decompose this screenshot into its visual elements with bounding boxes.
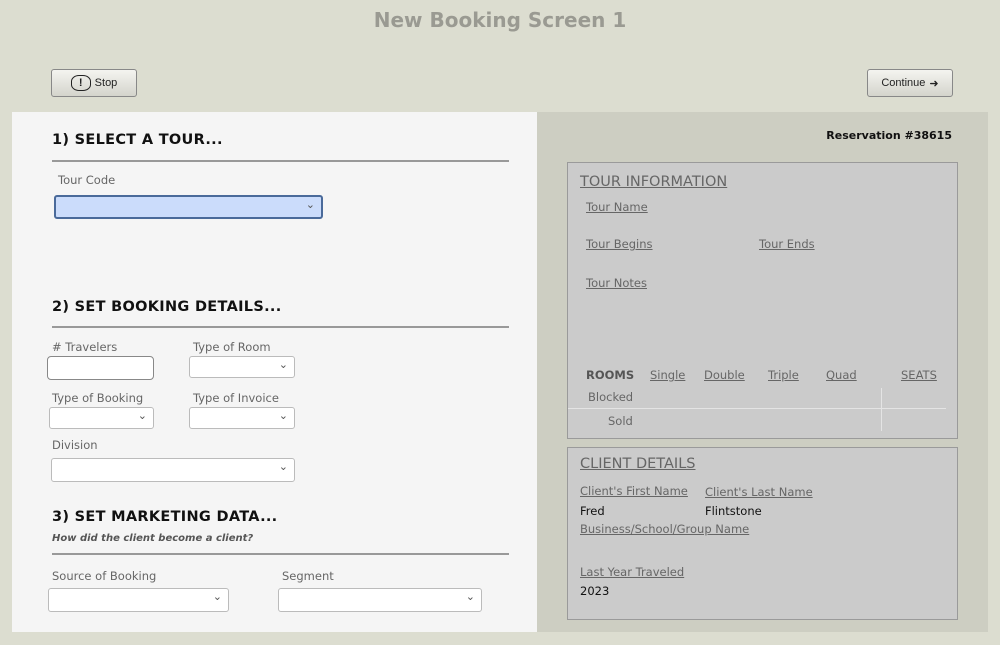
last-name-value: Flintstone	[705, 504, 762, 518]
rooms-row-sold: Sold	[608, 414, 633, 428]
tour-notes-label: Tour Notes	[586, 276, 647, 290]
tour-ends-label: Tour Ends	[759, 237, 815, 251]
first-name-value: Fred	[580, 504, 605, 518]
room-type-label: Type of Room	[193, 340, 271, 354]
travelers-input[interactable]	[47, 356, 154, 380]
booking-type-label: Type of Booking	[52, 391, 144, 405]
first-name-label: Client's First Name	[580, 484, 688, 498]
arrow-right-icon: ➜	[929, 77, 939, 90]
travelers-label: # Travelers	[52, 340, 118, 354]
client-details-box: CLIENT DETAILS Client's First Name Fred …	[567, 447, 958, 620]
booking-form-panel: 1) SELECT A TOUR... Tour Code 2) SET BOO…	[12, 112, 537, 632]
divider	[568, 408, 946, 409]
last-name-label: Client's Last Name	[705, 485, 813, 499]
divider	[52, 553, 509, 555]
rooms-col-quad: Quad	[826, 368, 857, 382]
source-label: Source of Booking	[52, 569, 157, 583]
rooms-col-triple: Triple	[768, 368, 799, 382]
segment-label: Segment	[282, 569, 334, 583]
last-year-label: Last Year Traveled	[580, 565, 685, 579]
section-booking-details-heading: 2) SET BOOKING DETAILS...	[52, 299, 282, 315]
page-title: New Booking Screen 1	[373, 8, 627, 32]
invoice-type-label: Type of Invoice	[193, 391, 279, 405]
marketing-subtitle: How did the client become a client?	[52, 533, 254, 544]
tour-code-select[interactable]	[54, 195, 323, 219]
warning-icon: !	[70, 75, 91, 91]
tour-info-heading: TOUR INFORMATION	[580, 174, 728, 190]
seats-header: SEATS	[901, 368, 937, 382]
booking-type-select[interactable]	[49, 407, 154, 429]
rooms-col-double: Double	[704, 368, 745, 382]
summary-panel: Reservation #38615 TOUR INFORMATION Tour…	[537, 112, 988, 632]
continue-button[interactable]: Continue ➜	[867, 69, 953, 97]
stop-label: Stop	[94, 77, 118, 89]
source-select[interactable]	[48, 588, 229, 612]
last-year-value: 2023	[580, 584, 610, 598]
reservation-number: Reservation #38615	[826, 129, 952, 142]
stop-button[interactable]: ! Stop	[51, 69, 137, 97]
tour-name-label: Tour Name	[586, 200, 648, 214]
rooms-col-single: Single	[650, 368, 686, 382]
division-label: Division	[52, 438, 98, 452]
division-select[interactable]	[51, 458, 295, 482]
divider	[52, 160, 509, 162]
tour-begins-label: Tour Begins	[586, 237, 653, 251]
rooms-header: ROOMS	[586, 368, 635, 382]
client-details-heading: CLIENT DETAILS	[580, 456, 696, 472]
divider	[52, 326, 509, 328]
tour-information-box: TOUR INFORMATION Tour Name Tour Begins T…	[567, 162, 958, 439]
room-type-select[interactable]	[189, 356, 295, 378]
continue-label: Continue	[881, 77, 926, 89]
divider	[881, 388, 882, 431]
rooms-row-blocked: Blocked	[588, 390, 634, 404]
invoice-type-select[interactable]	[189, 407, 295, 429]
tour-code-label: Tour Code	[58, 173, 116, 187]
business-name-label: Business/School/Group Name	[580, 522, 750, 536]
section-marketing-heading: 3) SET MARKETING DATA...	[52, 509, 278, 525]
segment-select[interactable]	[278, 588, 482, 612]
section-select-tour-heading: 1) SELECT A TOUR...	[52, 132, 223, 148]
